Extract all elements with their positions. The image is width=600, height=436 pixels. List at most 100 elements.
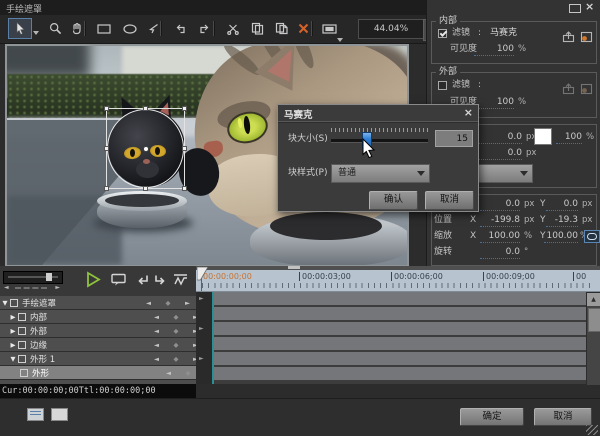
zoom-in-arrow-icon[interactable]: ► (55, 284, 60, 291)
curve-editor-button[interactable] (172, 272, 189, 291)
edge-color-swatch[interactable] (534, 128, 552, 145)
scale-y-value[interactable]: 100.00 (544, 230, 578, 243)
add-keyframe-icon[interactable]: ◆ (166, 299, 171, 307)
track-checkbox[interactable] (10, 299, 18, 307)
timeline-vscrollbar[interactable]: ▲ (586, 292, 600, 386)
filter-options-icon[interactable] (580, 28, 593, 40)
position-x-value[interactable]: -199.8 (480, 214, 520, 227)
offset-y-value[interactable]: 0.0 (546, 198, 578, 211)
fit-screen-dropdown[interactable] (337, 38, 343, 42)
inner-filter-value[interactable]: 马赛克 (490, 28, 517, 39)
blank-frame-icon[interactable] (51, 408, 68, 421)
track-row-mask[interactable]: ▼ 手绘遮罩 ◄◆► (0, 296, 196, 310)
block-style-dropdown[interactable]: 普通 (331, 164, 430, 183)
timeline-ruler[interactable]: 00:00:00;00 00:00:03;00 00:00:06;00 00:0… (196, 270, 600, 292)
zoom-out-arrow-icon[interactable]: ◄ (4, 284, 9, 291)
timeline-hscroll-thumb[interactable] (288, 266, 300, 269)
inner-filter-checkbox[interactable] (438, 29, 447, 38)
add-keyframe-icon[interactable]: ◆ (186, 369, 191, 377)
add-keyframe-icon[interactable]: ◆ (174, 327, 179, 335)
mask-handle-ne[interactable] (182, 106, 187, 111)
track-checkbox[interactable] (18, 327, 26, 335)
rectangle-tool-button[interactable] (92, 18, 116, 39)
timeline-lane[interactable] (214, 322, 586, 337)
add-keyframe-icon[interactable]: ◆ (174, 341, 179, 349)
dialog-cancel-button[interactable]: 取消 (425, 191, 474, 210)
timeline-lane[interactable] (214, 307, 586, 322)
scale-link-icon[interactable] (584, 230, 600, 243)
play-button[interactable] (84, 270, 102, 293)
next-keyframe-icon[interactable]: ► (185, 299, 190, 307)
offset-x-value[interactable]: 0.0 (480, 198, 520, 211)
prev-keyframe-icon[interactable]: ◄ (154, 341, 159, 349)
track-row-shape-selected[interactable]: 外形 ◄◆► (0, 366, 216, 380)
expand-closed-icon[interactable]: ▶ (8, 341, 18, 349)
outer-filter-checkbox[interactable] (438, 81, 447, 90)
vscrollbar-thumb[interactable] (588, 308, 600, 332)
track-row-inner[interactable]: ▶ 内部 ◄◆► (0, 310, 204, 324)
lane-arrow-icon[interactable]: ► (199, 295, 204, 302)
track-checkbox[interactable] (18, 313, 26, 321)
prev-keyframe-icon[interactable]: ◄ (154, 355, 159, 363)
lane-arrow-icon[interactable]: ► (199, 355, 204, 362)
inner-visibility-value[interactable]: 100 (474, 43, 514, 56)
maximize-icon[interactable] (569, 4, 581, 13)
close-icon[interactable]: × (585, 0, 594, 13)
rotation-value[interactable]: 0.0 (480, 246, 520, 259)
filter-load-icon[interactable] (562, 80, 575, 92)
select-tool-button[interactable] (8, 18, 32, 39)
mask-handle-w[interactable] (104, 146, 109, 151)
timeline-lane[interactable] (214, 337, 586, 352)
zoom-level-field[interactable]: 44.04% (358, 19, 424, 39)
prev-keyframe-icon[interactable]: ◄ (146, 299, 151, 307)
track-checkbox[interactable] (20, 369, 28, 377)
expand-closed-icon[interactable]: ▶ (8, 327, 18, 335)
mask-handle-s[interactable] (143, 186, 148, 191)
scale-x-value[interactable]: 100.00 (480, 230, 520, 243)
mask-bounding-box[interactable] (106, 108, 185, 189)
cancel-button[interactable]: 取消 (534, 408, 592, 426)
track-checkbox[interactable] (18, 355, 26, 363)
mask-handle-n[interactable] (143, 106, 148, 111)
expand-open-icon[interactable]: ▼ (0, 299, 10, 307)
expand-open-icon[interactable]: ▼ (8, 355, 18, 363)
jump-start-button[interactable] (134, 272, 150, 291)
jump-end-button[interactable] (153, 272, 169, 291)
track-row-shape1[interactable]: ▼ 外形 1 ◄◆► (0, 352, 204, 366)
prev-keyframe-icon[interactable]: ◄ (154, 327, 159, 335)
track-row-edge[interactable]: ▶ 边缘 ◄◆► (0, 338, 204, 352)
ellipse-tool-button[interactable] (118, 18, 142, 39)
add-keyframe-icon[interactable]: ◆ (174, 313, 179, 321)
filter-options-icon[interactable] (580, 80, 593, 92)
position-y-value[interactable]: -19.3 (546, 214, 578, 227)
mask-center-point[interactable] (143, 146, 149, 152)
dialog-close-icon[interactable]: × (464, 106, 473, 119)
track-row-outer[interactable]: ▶ 外部 ◄◆► (0, 324, 204, 338)
mask-handle-e[interactable] (182, 146, 187, 151)
prev-keyframe-icon[interactable]: ◄ (154, 313, 159, 321)
preview-window-button[interactable] (110, 272, 127, 292)
timeline-lane[interactable] (214, 352, 586, 367)
mask-handle-nw[interactable] (104, 106, 109, 111)
filter-load-icon[interactable] (562, 28, 575, 40)
thumbnail-view-icon[interactable] (27, 408, 44, 421)
paste-button[interactable] (269, 18, 293, 39)
select-tool-dropdown[interactable] (33, 31, 39, 35)
ok-button[interactable]: 确定 (460, 408, 524, 426)
cut-button[interactable] (221, 18, 245, 39)
track-checkbox[interactable] (18, 341, 26, 349)
edge-opacity-value[interactable]: 100 (556, 131, 582, 144)
add-keyframe-icon[interactable]: ◆ (174, 355, 179, 363)
mask-handle-se[interactable] (182, 186, 187, 191)
timeline-lane[interactable] (214, 367, 586, 382)
timeline-lane[interactable] (214, 292, 586, 307)
confirm-button[interactable]: 确认 (369, 191, 418, 210)
copy-button[interactable] (245, 18, 269, 39)
timeline-zoom-slider[interactable] (3, 271, 63, 284)
undo-button[interactable] (168, 18, 192, 39)
timeline-zoom-slider-thumb[interactable] (46, 273, 52, 281)
prev-keyframe-icon[interactable]: ◄ (166, 369, 171, 377)
playhead-flag[interactable] (197, 267, 209, 281)
block-size-value-field[interactable]: 15 (435, 130, 473, 147)
resize-grip[interactable] (586, 425, 598, 435)
